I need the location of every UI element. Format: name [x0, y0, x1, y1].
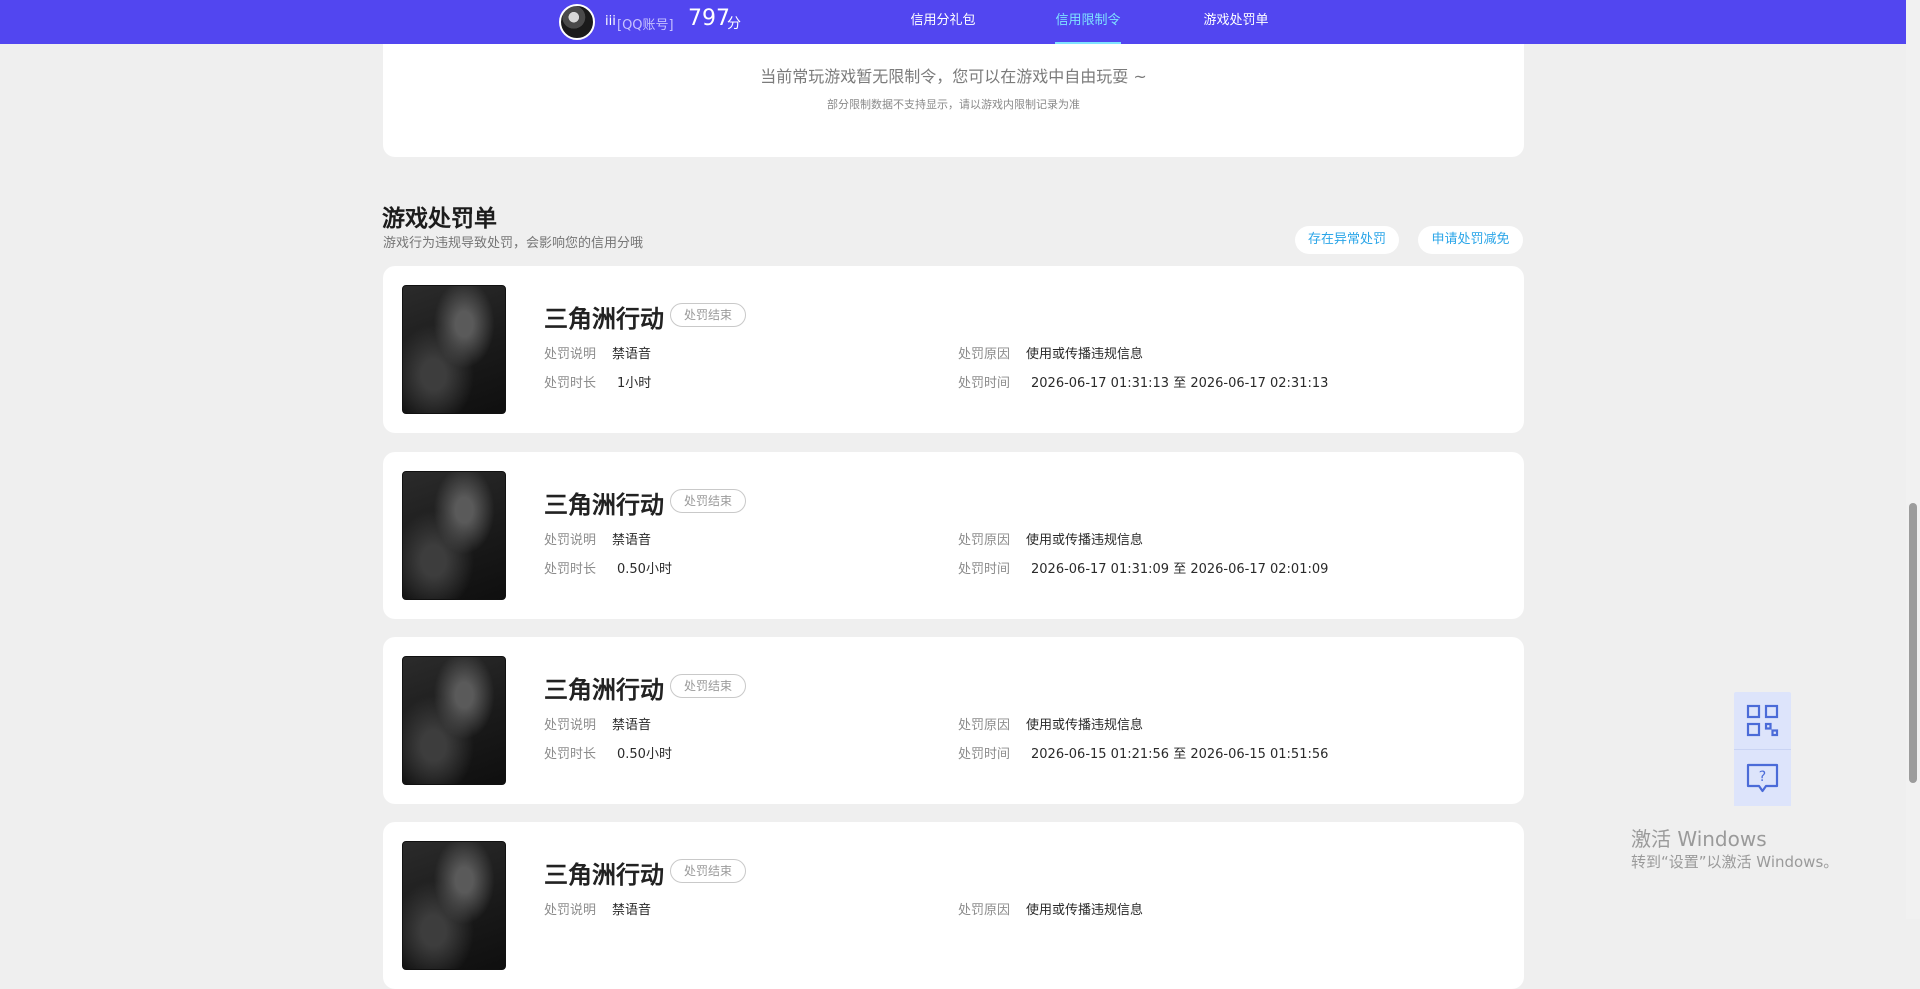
- reason-label: 处罚原因: [958, 903, 1011, 918]
- game-name: 三角洲行动: [544, 861, 664, 889]
- section-title: 游戏处罚单: [382, 206, 497, 232]
- reason-label: 处罚原因: [958, 533, 1011, 548]
- status-badge: 处罚结束: [670, 859, 747, 883]
- game-cover-image: [402, 656, 506, 785]
- restriction-card: 当前常玩游戏暂无限制令，您可以在游戏中自由玩耍 ~ 部分限制数据不支持显示，请以…: [383, 30, 1524, 157]
- reason-label: 处罚原因: [958, 347, 1011, 362]
- apply-penalty-reduction-button[interactable]: 申请处罚减免: [1418, 226, 1523, 254]
- restriction-message: 当前常玩游戏暂无限制令，您可以在游戏中自由玩耍 ~: [760, 67, 1147, 86]
- top-bar: iii [QQ账号] 797 分 信用分礼包 信用限制令 游戏处罚单: [0, 0, 1906, 44]
- game-cover-image: [402, 841, 506, 970]
- game-cover-image: [402, 285, 506, 414]
- avatar[interactable]: [559, 4, 595, 40]
- game-name: 三角洲行动: [544, 305, 664, 333]
- scrollbar-thumb[interactable]: [1909, 503, 1917, 783]
- duration-value: 0.50小时: [617, 562, 672, 577]
- reason-value: 使用或传播违规信息: [1026, 903, 1144, 918]
- time-value: 2026-06-17 01:31:09 至 2026-06-17 02:01:0…: [1031, 562, 1329, 577]
- credit-score: 797: [688, 6, 730, 31]
- duration-label: 处罚时长: [544, 747, 597, 762]
- game-name: 三角洲行动: [544, 676, 664, 704]
- desc-value: 禁语音: [612, 903, 652, 918]
- desc-label: 处罚说明: [544, 533, 597, 548]
- scrollbar[interactable]: [1906, 0, 1920, 919]
- desc-label: 处罚说明: [544, 718, 597, 733]
- section-subtitle: 游戏行为违规导致处罚，会影响您的信用分哦: [383, 236, 644, 251]
- time-label: 处罚时间: [958, 747, 1011, 762]
- desc-label: 处罚说明: [544, 347, 597, 362]
- time-value: 2026-06-17 01:31:13 至 2026-06-17 02:31:1…: [1031, 376, 1329, 391]
- reason-value: 使用或传播违规信息: [1026, 347, 1144, 362]
- duration-label: 处罚时长: [544, 376, 597, 391]
- duration-label: 处罚时长: [544, 562, 597, 577]
- svg-text:?: ?: [1759, 769, 1766, 785]
- desc-value: 禁语音: [612, 347, 652, 362]
- status-badge: 处罚结束: [670, 303, 747, 327]
- time-label: 处罚时间: [958, 562, 1011, 577]
- qrcode-button[interactable]: [1734, 692, 1791, 749]
- penalty-record: 三角洲行动 处罚结束 处罚说明 禁语音 处罚时长 1小时 处罚原因 使用或传播违…: [383, 266, 1524, 433]
- help-chat-icon: ?: [1746, 763, 1779, 793]
- windows-activation-hint: 转到“设置”以激活 Windows。: [1631, 853, 1839, 871]
- time-label: 处罚时间: [958, 376, 1011, 391]
- game-cover-image: [402, 471, 506, 600]
- desc-label: 处罚说明: [544, 903, 597, 918]
- help-button[interactable]: ?: [1734, 749, 1791, 806]
- reason-value: 使用或传播违规信息: [1026, 718, 1144, 733]
- game-name: 三角洲行动: [544, 491, 664, 519]
- nav-credit-gift[interactable]: 信用分礼包: [905, 0, 981, 44]
- penalty-record: 三角洲行动 处罚结束 处罚说明 禁语音 处罚原因 使用或传播违规信息: [383, 822, 1524, 989]
- duration-value: 0.50小时: [617, 747, 672, 762]
- desc-value: 禁语音: [612, 533, 652, 548]
- restriction-note: 部分限制数据不支持显示，请以游戏内限制记录为准: [827, 98, 1080, 111]
- qrcode-icon: [1746, 704, 1779, 737]
- time-value: 2026-06-15 01:21:56 至 2026-06-15 01:51:5…: [1031, 747, 1329, 762]
- report-abnormal-penalty-button[interactable]: 存在异常处罚: [1295, 226, 1399, 254]
- reason-value: 使用或传播违规信息: [1026, 533, 1144, 548]
- status-badge: 处罚结束: [670, 489, 747, 513]
- account-type: [QQ账号]: [617, 18, 674, 33]
- nav-game-penalty[interactable]: 游戏处罚单: [1201, 0, 1271, 44]
- credit-score-unit: 分: [727, 16, 741, 32]
- duration-value: 1小时: [617, 376, 652, 391]
- reason-label: 处罚原因: [958, 718, 1011, 733]
- desc-value: 禁语音: [612, 718, 652, 733]
- penalty-record: 三角洲行动 处罚结束 处罚说明 禁语音 处罚时长 0.50小时 处罚原因 使用或…: [383, 637, 1524, 804]
- penalty-record: 三角洲行动 处罚结束 处罚说明 禁语音 处罚时长 0.50小时 处罚原因 使用或…: [383, 452, 1524, 619]
- username: iii: [605, 14, 616, 29]
- windows-activation-title: 激活 Windows: [1631, 827, 1767, 851]
- nav-credit-restriction[interactable]: 信用限制令: [1053, 0, 1123, 44]
- status-badge: 处罚结束: [670, 674, 747, 698]
